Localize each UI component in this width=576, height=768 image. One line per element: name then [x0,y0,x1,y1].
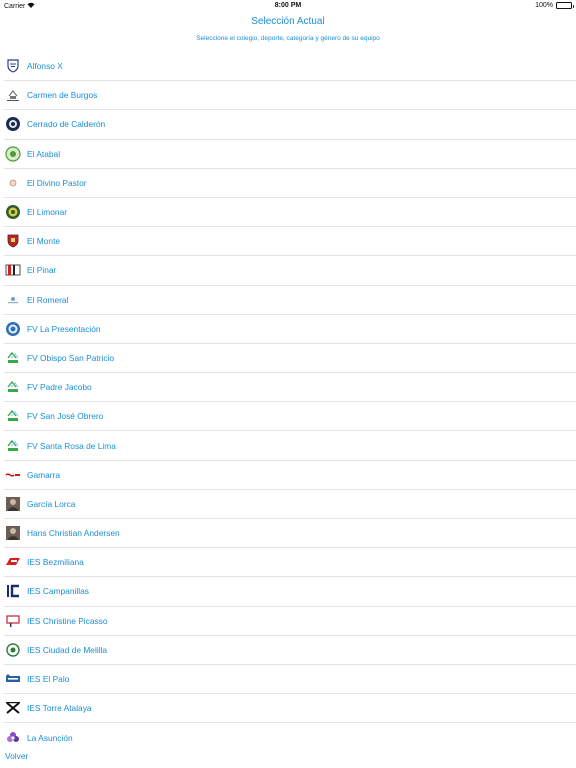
school-list-item[interactable]: IES Christine Picasso [4,607,576,636]
school-name: IES El Palo [27,674,70,685]
school-name: Cerrado de Calderón [27,119,106,130]
round-seal-icon [5,116,21,132]
school-name: El Monte [27,236,61,247]
school-list-item[interactable]: El Limonar [4,198,576,228]
school-name: FV La Presentación [27,323,101,334]
school-list-item[interactable]: El Divino Pastor [4,169,576,198]
school-list-item[interactable]: Carmen de Burgos [4,81,576,111]
back-button[interactable]: Volver [5,751,28,761]
blue-banner-logo-icon [5,671,21,687]
school-list-item[interactable]: El Monte [4,227,576,257]
school-name: FV Obispo San Patricio [27,352,115,363]
school-list-item[interactable]: El Pinar [4,256,576,286]
blue-seal-icon [5,321,21,337]
school-name: García Lorca [27,498,76,509]
green-wreath-icon [5,146,21,162]
school-name: FV Santa Rosa de Lima [27,440,116,451]
status-bar: Carrier 8:00 PM 100% [0,0,576,12]
red-text-logo-icon [5,467,21,483]
school-name: Hans Christian Andersen [27,528,120,539]
portrait-photo-icon [5,496,21,512]
green-badge-icon [5,204,21,220]
school-name: El Limonar [27,207,68,218]
school-name: El Divino Pastor [27,177,87,188]
school-name: Gamarra [27,469,61,480]
portrait-photo-icon [5,525,21,541]
outline-square-logo-icon [5,613,21,629]
red-shield-icon [5,233,21,249]
school-name: El Atabal [27,148,61,159]
school-list-item[interactable]: IES El Palo [4,665,576,695]
school-name: IES Ciudad de Melilla [27,644,108,655]
school-list-item[interactable]: IES Torre Atalaya [4,694,576,724]
school-list-item[interactable]: El Atabal [4,140,576,169]
purple-flower-icon [5,730,21,746]
page-title: Selección Actual [251,16,325,27]
school-name: IES Torre Atalaya [27,703,92,714]
shield-crest-icon [5,58,21,74]
battery-indicator: 100% [535,2,574,9]
school-list-item[interactable]: FV San José Obrero [4,402,576,432]
school-name: IES Bezmiliana [27,557,84,568]
blue-c-logo-icon [5,583,21,599]
school-list-item[interactable]: IES Campanillas [4,577,576,607]
school-list-item[interactable]: Hans Christian Andersen [4,519,576,549]
red-block-logo-icon [5,554,21,570]
building-logo-icon [5,87,21,103]
school-list-item[interactable]: FV Santa Rosa de Lima [4,431,576,461]
school-name: FV Padre Jacobo [27,382,92,393]
header: Selección Actual Seleccione el colegio, … [0,14,576,42]
school-name: La Asunción [27,732,73,743]
school-list-item[interactable]: FV Padre Jacobo [4,373,576,403]
school-name: IES Christine Picasso [27,615,108,626]
school-list-item[interactable]: IES Bezmiliana [4,548,576,578]
fv-triangle-icon [5,350,21,366]
school-name: Carmen de Burgos [27,90,98,101]
school-list-item[interactable]: Cerrado de Calderón [4,110,576,140]
fv-triangle-icon [5,408,21,424]
school-name: Alfonso X [27,61,63,72]
school-list-item[interactable]: IES Ciudad de Melilla [4,636,576,665]
school-list-item[interactable]: El Romeral [4,286,576,315]
clock: 8:00 PM [274,2,302,9]
fv-triangle-icon [5,438,21,454]
school-list-item[interactable]: La Asunción [4,723,576,752]
school-name: El Pinar [27,265,57,276]
school-list-item[interactable]: FV Obispo San Patricio [4,344,576,374]
battery-icon [556,2,574,9]
fv-triangle-icon [5,379,21,395]
school-list-item[interactable]: García Lorca [4,490,576,519]
school-list-item[interactable]: FV La Presentación [4,315,576,344]
school-list-item[interactable]: Gamarra [4,461,576,490]
green-ring-logo-icon [5,642,21,658]
red-stripes-icon [5,262,21,278]
school-list-item[interactable]: Alfonso X [4,52,576,82]
page-subtitle: Seleccione el colegio, deporte, categorí… [196,35,380,42]
small-text-logo-icon [5,292,21,308]
black-x-logo-icon [5,700,21,716]
school-name: El Romeral [27,294,69,305]
battery-percent: 100% [535,2,553,9]
small-emblem-icon [5,175,21,191]
school-name: IES Campanillas [27,586,89,597]
school-name: FV San José Obrero [27,411,104,422]
school-list: Alfonso X Carmen de Burgos Cerrado de Cald… [0,52,576,753]
